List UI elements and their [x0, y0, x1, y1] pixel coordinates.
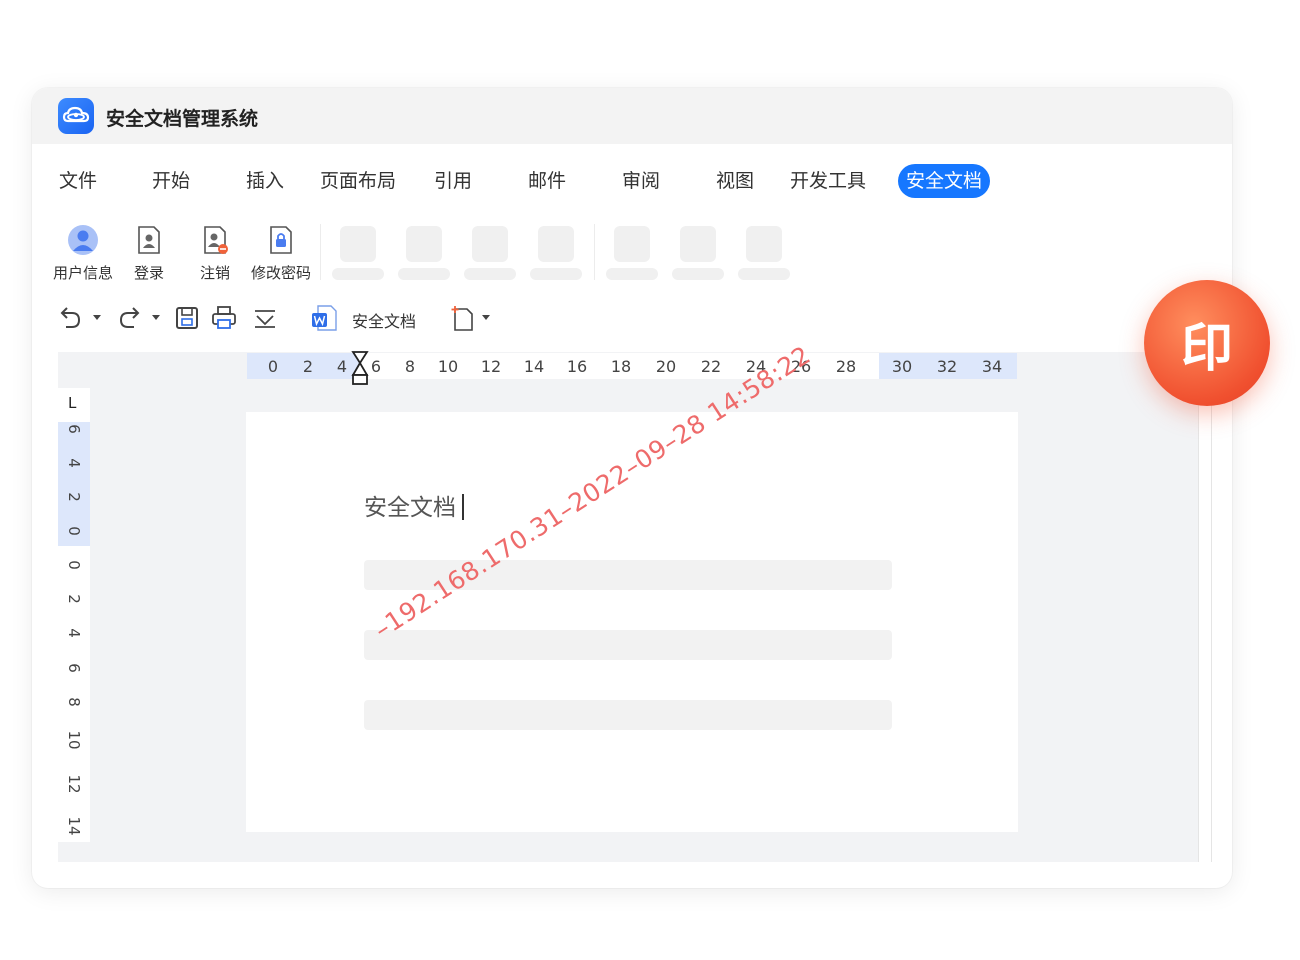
ruler-tick-label: 12 [65, 774, 83, 794]
tab-review[interactable]: 审阅 [622, 164, 660, 198]
ribbon-divider [594, 224, 595, 280]
user-info-label: 用户信息 [53, 264, 114, 282]
placeholder-tool [340, 226, 376, 262]
ruler-tick-label: 0 [65, 526, 83, 536]
placeholder-tool [680, 226, 716, 262]
placeholder-tool [614, 226, 650, 262]
ribbon-security-group: 用户信息 登录 注销 修改密码 [32, 220, 1232, 290]
placeholder-label [464, 268, 516, 280]
ruler-tick-label: 30 [891, 357, 913, 376]
redo-icon[interactable] [116, 304, 144, 332]
tab-file[interactable]: 文件 [59, 164, 97, 198]
tab-view[interactable]: 视图 [716, 164, 754, 198]
placeholder-label [672, 268, 724, 280]
ruler-tick-label: 16 [566, 357, 588, 376]
tab-mailings[interactable]: 邮件 [528, 164, 566, 198]
ruler-tick-label: 6 [65, 663, 83, 673]
text-line-placeholder [364, 700, 892, 730]
ruler-tick-label: 4 [65, 458, 83, 468]
ruler-tick-label: 0 [267, 357, 279, 376]
placeholder-label [332, 268, 384, 280]
ruler-tick-label: 8 [404, 357, 416, 376]
ruler-tick-label: 22 [700, 357, 722, 376]
ruler-tick-label: 8 [65, 697, 83, 707]
placeholder-label [398, 268, 450, 280]
ruler-tick-label: 4 [336, 357, 348, 376]
ruler-tick-label: 4 [65, 628, 83, 638]
user-avatar-icon [67, 224, 99, 256]
ribbon-divider [320, 224, 321, 280]
placeholder-tool [746, 226, 782, 262]
print-badge-label: 印 [1180, 319, 1233, 379]
tab-developer[interactable]: 开发工具 [790, 164, 866, 198]
ruler-tick-label: 2 [65, 492, 83, 502]
placeholder-label [738, 268, 790, 280]
tab-home[interactable]: 开始 [152, 164, 190, 198]
login-button[interactable]: 登录 [119, 220, 179, 283]
ruler-tick-label: 14 [523, 357, 545, 376]
cloud-logo-icon [58, 98, 94, 134]
secure-document-label[interactable]: 安全文档 [352, 308, 416, 336]
change-password-button[interactable]: 修改密码 [251, 220, 311, 283]
ruler-tick-label: 18 [610, 357, 632, 376]
text-cursor [462, 494, 464, 520]
placeholder-label [530, 268, 582, 280]
ruler-tick-label: 14 [65, 816, 83, 836]
ruler-tick-label: 0 [65, 560, 83, 570]
horizontal-ruler[interactable]: 0 2 4 6 8 10 12 14 16 18 20 22 24 26 28 30 32 34 [247, 351, 1017, 385]
placeholder-tool [406, 226, 442, 262]
ruler-tick-label: 6 [370, 357, 382, 376]
login-label: 登录 [133, 264, 164, 282]
user-info-button[interactable]: 用户信息 [53, 220, 113, 283]
tab-insert[interactable]: 插入 [246, 164, 284, 198]
quick-access-toolbar: 安全文档 [32, 300, 1232, 336]
ruler-tick-label: 10 [65, 730, 83, 750]
ruler-tick-label: 6 [65, 424, 83, 434]
undo-dropdown-icon[interactable] [93, 315, 101, 320]
text-line-placeholder [364, 630, 892, 660]
heading-text: 安全文档 [364, 495, 456, 521]
title-bar: 安全文档管理系统 [32, 88, 1232, 144]
tab-stop-selector[interactable]: L [68, 394, 76, 412]
ruler-tick-label: 20 [655, 357, 677, 376]
print-icon[interactable] [210, 304, 238, 332]
ruler-tick-label: 34 [981, 357, 1003, 376]
ruler-tick-label: 12 [480, 357, 502, 376]
ruler-tick-label: 2 [65, 594, 83, 604]
save-icon[interactable] [174, 304, 200, 332]
new-page-dropdown-icon[interactable] [482, 315, 490, 320]
new-page-icon[interactable] [450, 304, 476, 332]
app-window: 安全文档管理系统 文件 开始 插入 页面布局 引用 邮件 审阅 视图 开发工具 … [32, 88, 1232, 888]
undo-icon[interactable] [56, 304, 84, 332]
app-title: 安全文档管理系统 [106, 108, 259, 130]
logout-label: 注销 [199, 264, 230, 282]
vertical-ruler[interactable]: L 6 4 2 0 0 2 4 6 8 10 12 14 [58, 388, 90, 842]
indent-marker-icon[interactable] [351, 351, 369, 391]
menu-bar: 文件 开始 插入 页面布局 引用 邮件 审阅 视图 开发工具 安全文档 [32, 164, 1232, 204]
ruler-tick-label: 28 [835, 357, 857, 376]
placeholder-tool [538, 226, 574, 262]
redo-dropdown-icon[interactable] [152, 315, 160, 320]
placeholder-tool [472, 226, 508, 262]
vertical-scrollbar[interactable] [1198, 388, 1212, 862]
print-badge[interactable]: 印 [1144, 280, 1270, 406]
format-filter-icon[interactable] [252, 304, 278, 332]
ruler-tick-label: 2 [302, 357, 314, 376]
tab-references[interactable]: 引用 [434, 164, 472, 198]
word-document-icon[interactable] [310, 304, 338, 332]
editor-area: 0 2 4 6 8 10 12 14 16 18 20 22 24 26 28 30 32 34 L 642002… [58, 351, 1198, 862]
login-doc-icon [133, 224, 165, 256]
logout-doc-icon [199, 224, 231, 256]
logout-button[interactable]: 注销 [185, 220, 245, 283]
change-password-label: 修改密码 [251, 264, 312, 282]
tab-secure-document[interactable]: 安全文档 [898, 164, 991, 198]
lock-doc-icon [265, 224, 297, 256]
ruler-tick-label: 10 [437, 357, 459, 376]
document-heading[interactable]: 安全文档 [364, 488, 464, 522]
placeholder-label [606, 268, 658, 280]
ruler-tick-label: 32 [936, 357, 958, 376]
tab-page-layout[interactable]: 页面布局 [320, 164, 396, 198]
